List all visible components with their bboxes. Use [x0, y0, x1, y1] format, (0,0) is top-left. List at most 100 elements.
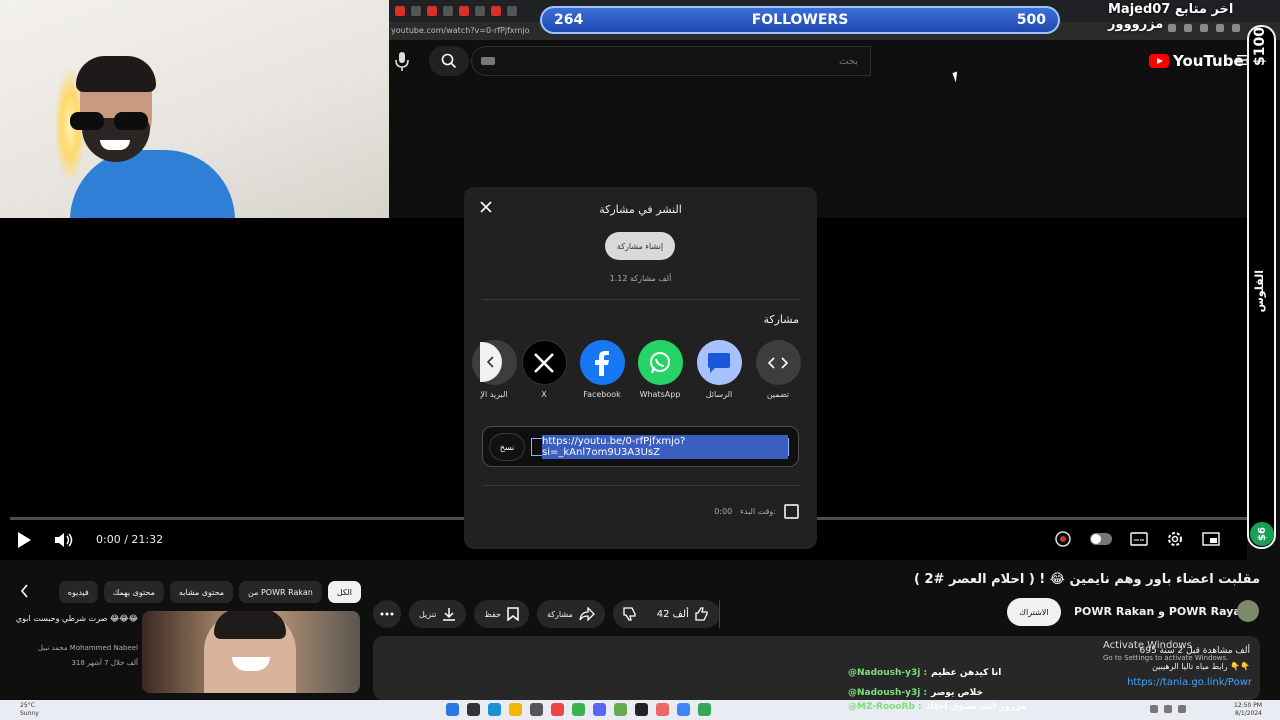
autoplay-icon[interactable] [1054, 530, 1072, 548]
speaker-icon[interactable] [1164, 705, 1172, 713]
screen: youtube.com/watch?v=0-rfPjfxmjo 264 FOLL… [0, 0, 1280, 720]
start-at-label: وقت البدء: [740, 507, 776, 516]
tab-favicon[interactable] [411, 6, 421, 16]
recommended-video-thumbnail[interactable] [142, 611, 360, 693]
share-count: 1.12 ألف مشاركة [609, 274, 672, 283]
share-x[interactable]: X [520, 340, 568, 399]
app-icon[interactable] [572, 703, 585, 716]
copy-link-button[interactable]: نسخ [489, 433, 525, 461]
donation-goal-amount: $100 [1252, 27, 1268, 66]
more-actions-button[interactable] [373, 600, 401, 628]
like-dislike-group: 42 ألف [612, 600, 720, 628]
app-icon[interactable] [614, 703, 627, 716]
taskbar-apps [446, 703, 711, 716]
download-button[interactable]: تنزيل [409, 600, 467, 628]
dislike-button[interactable] [613, 600, 647, 628]
start-at-checkbox[interactable] [784, 504, 799, 519]
play-icon[interactable] [18, 532, 31, 548]
youtube-header: YouTube DE [389, 40, 1255, 82]
sunglasses [70, 112, 150, 130]
keyboard-icon[interactable] [481, 57, 495, 65]
brave-icon[interactable] [551, 703, 564, 716]
share-x-label: X [541, 390, 547, 399]
recommended-video-channel[interactable]: محمد نبيل Mohammed Nabeel [14, 644, 138, 652]
share-facebook[interactable]: Facebook [578, 340, 626, 399]
tab-favicon[interactable] [507, 6, 517, 16]
followers-label: FOLLOWERS [751, 12, 849, 28]
recommended-video-title[interactable]: صرت شرطي وحبست ابوي 😂😂😂 [14, 612, 138, 626]
start-icon[interactable] [446, 703, 459, 716]
share-email-label: البريد الإ [480, 390, 508, 399]
share-button[interactable]: مشاركة [536, 600, 605, 628]
edge-icon[interactable] [488, 703, 501, 716]
start-at-value: 0:00 [714, 507, 733, 516]
volume-icon[interactable] [54, 532, 74, 548]
chat-user: @MZ-RoooRb : [848, 702, 922, 712]
search-input[interactable] [471, 46, 871, 76]
miniplayer-icon[interactable] [1202, 532, 1220, 546]
like-button[interactable]: 42 ألف [647, 600, 720, 628]
share-whatsapp[interactable]: WhatsApp [636, 340, 684, 399]
share-label: مشاركة [546, 609, 573, 619]
weather-widget[interactable]: 25°C Sunny [20, 702, 39, 718]
obs-icon[interactable] [635, 703, 648, 716]
share-dialog-title: النشر في مشاركة [599, 203, 682, 216]
followers-current: 264 [554, 12, 584, 28]
app-icon[interactable] [698, 703, 711, 716]
tab-favicon[interactable] [427, 6, 437, 16]
channel-name[interactable]: POWR Rakan و POWR Rayan [1074, 605, 1249, 618]
video-actions: تنزيل حفظ مشاركة 42 ألف [373, 600, 720, 628]
chip-videos[interactable]: فيديوه [58, 581, 98, 603]
save-button[interactable]: حفظ [474, 600, 529, 628]
discord-icon[interactable] [593, 703, 606, 716]
chrome-icon[interactable] [677, 703, 690, 716]
player-right-controls [1054, 530, 1220, 548]
system-tray[interactable] [1150, 705, 1186, 713]
tab-favicon[interactable] [395, 6, 405, 16]
create-post-button[interactable]: إنشاء مشاركة [605, 232, 675, 260]
chip-from-channel[interactable]: من POWR Rakan [239, 581, 322, 603]
tab-favicon[interactable] [443, 6, 453, 16]
description-link[interactable]: https://tania.go.link/Powr [1127, 677, 1252, 688]
download-label: تنزيل [419, 609, 437, 619]
more-icon [380, 612, 394, 616]
battery-icon[interactable] [1178, 705, 1186, 713]
x-icon [534, 352, 554, 373]
share-facebook-label: Facebook [583, 390, 621, 399]
app-icon[interactable] [530, 703, 543, 716]
share-embed[interactable]: تضمين [754, 340, 802, 399]
share-link-field[interactable]: https://youtu.be/0-rfPjfxmjo?si=_kAnl7om… [531, 435, 789, 459]
chat-message: @Nadoush-y3j : انا كيدهن عظيم [848, 663, 1088, 683]
chip-all[interactable]: الكل [327, 581, 361, 603]
search-taskbar-icon[interactable] [467, 703, 480, 716]
share-messages-label: الرسائل [705, 390, 733, 399]
subtitles-icon[interactable] [1130, 532, 1148, 546]
microphone-icon[interactable] [393, 50, 411, 72]
subscribe-button[interactable]: الاشتراك [1007, 598, 1061, 626]
share-messages[interactable]: الرسائل [695, 340, 743, 399]
chat-text: انا كيدهن عظيم [931, 668, 1002, 678]
autoplay-toggle[interactable] [1090, 533, 1112, 545]
settings-icon[interactable] [1166, 530, 1184, 548]
chip-recommended[interactable]: محتوى يهمك [103, 581, 164, 603]
youtube-wordmark: YouTube [1173, 52, 1244, 70]
share-targets: تضمين الرسائل WhatsApp Facebook X البريد… [471, 340, 804, 410]
youtube-play-icon [1149, 54, 1169, 68]
tab-favicon[interactable] [491, 6, 501, 16]
share-whatsapp-label: WhatsApp [639, 390, 681, 399]
chat-text: مزرور انت تسوي اجلك [925, 702, 1027, 712]
clock[interactable]: 12:50 PM 8/1/2024 [1234, 702, 1262, 718]
file-explorer-icon[interactable] [509, 703, 522, 716]
wifi-icon[interactable] [1150, 705, 1158, 713]
tab-favicon[interactable] [475, 6, 485, 16]
channel-avatar[interactable] [1237, 600, 1259, 622]
share-dialog: النشر في مشاركة إنشاء مشاركة 1.12 ألف مش… [464, 187, 817, 549]
tab-favicon[interactable] [459, 6, 469, 16]
save-label: حفظ [484, 609, 501, 619]
chat-user: @Nadoush-y3j : [848, 668, 928, 678]
streamer-shirt [70, 150, 235, 218]
search-icon [441, 53, 457, 69]
app-icon[interactable] [656, 703, 669, 716]
chip-related[interactable]: محتوى مشابه [169, 581, 234, 603]
search-button[interactable] [429, 46, 469, 76]
